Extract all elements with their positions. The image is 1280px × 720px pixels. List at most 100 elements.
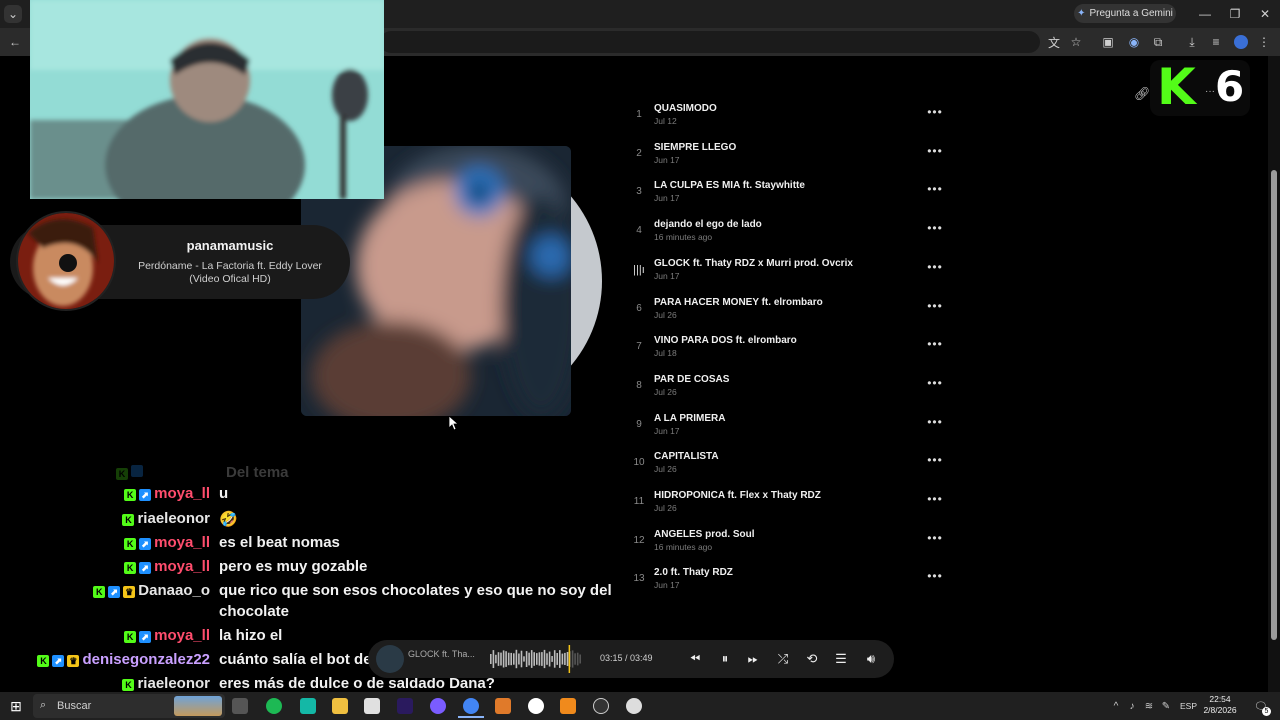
language-indicator[interactable]: ESP [1180,701,1197,711]
track-row[interactable]: 7 VINO PARA DOS ft. elrombaro Jul 18 ••• [630,335,950,373]
track-number: 12 [633,534,645,546]
track-date: Jul 18 [654,348,677,359]
fl-studio-icon[interactable] [495,698,511,714]
wifi-icon[interactable]: ≋ [1143,698,1155,714]
tray-chevron-icon[interactable]: ^ [1110,698,1122,714]
track-date: Jun 17 [654,425,680,436]
more-options-icon[interactable]: ••• [926,260,944,274]
track-row[interactable]: 10 CAPITALISTA Jul 26 ••• [630,451,950,489]
restore-button[interactable]: ❐ [1226,5,1244,23]
track-row[interactable]: 8 PAR DE COSAS Jul 26 ••• [630,374,950,412]
download-icon[interactable]: ⤓ [1184,33,1200,51]
premiere-icon[interactable] [397,698,413,714]
app-icon[interactable] [300,698,316,714]
chat-message: K ⬈ moya_ll [124,534,216,556]
track-row[interactable]: 1 QUASIMODO Jul 12 ••• [630,103,950,141]
close-button[interactable]: ✕ [1256,5,1274,23]
address-bar[interactable] [380,31,1040,53]
bookmark-star-icon[interactable]: ☆ [1068,33,1084,51]
player-waveform[interactable] [490,645,582,673]
track-row[interactable]: 4 dejando el ego de lado 16 minutes ago ••• [630,219,950,257]
more-options-icon[interactable]: ••• [926,492,944,506]
task-view-icon[interactable] [232,698,248,714]
more-options-icon[interactable]: ••• [926,182,944,196]
waveform-bar [556,653,558,665]
more-options-icon[interactable]: ••• [926,221,944,235]
kick-badge-dots: ··· [1205,86,1215,97]
more-options-icon[interactable]: ••• [926,144,944,158]
track-row[interactable]: 12 ANGELES prod. Soul 16 minutes ago ••• [630,529,950,567]
more-options-icon[interactable]: ••• [926,415,944,429]
obs-icon[interactable] [528,698,544,714]
track-title: 2.0 ft. Thaty RDZ [654,567,733,579]
chat-text: es el beat nomas [219,534,340,551]
translate-icon[interactable]: 文 [1046,33,1062,51]
waveform-bar [559,650,561,668]
fast-forward-button[interactable]: ⏩︎ [742,650,764,668]
queue-button[interactable]: ☰ [830,650,852,668]
track-row[interactable]: |||ı GLOCK ft. Thaty RDZ x Murri prod. Ov… [630,258,950,296]
minimize-button[interactable]: — [1196,5,1214,23]
vlc-icon[interactable] [560,698,576,714]
app-icon-2[interactable] [626,698,642,714]
reading-list-icon[interactable]: ≡ [1208,33,1224,51]
chat-username[interactable]: moya_ll [154,534,210,551]
discord-icon[interactable] [430,698,446,714]
chat-message: Kriaeleonor [122,510,216,532]
chat-text: la hizo el [219,627,283,644]
scrollbar-thumb[interactable] [1271,170,1277,640]
more-options-icon[interactable]: ••• [926,337,944,351]
chat-username[interactable]: moya_ll [154,558,210,575]
chat-username[interactable]: Danaao_o [138,582,210,599]
chat-username[interactable]: denisegonzalez22 [82,651,210,668]
document-icon[interactable] [364,698,380,714]
player-title: GLOCK ft. Tha... [408,649,475,659]
gemini-button[interactable]: ✦ Pregunta a Gemini [1074,4,1176,23]
repeat-button[interactable]: ⟲ [801,650,823,668]
chat-message-text: la hizo el [219,627,282,649]
chrome-icon[interactable] [463,698,479,714]
tab-search-button[interactable]: ⌄ [4,5,22,23]
kick-badge-icon: K [116,468,128,480]
speaker-tray-icon[interactable]: ♪ [1126,698,1138,714]
pen-icon[interactable]: ✎ [1160,698,1172,714]
extensions-icon[interactable]: ⧉ [1150,33,1166,51]
volume-button[interactable]: 🔊︎ [860,650,882,668]
more-options-icon[interactable]: ••• [926,569,944,583]
menu-icon[interactable]: ⋮ [1256,33,1272,51]
spotify-icon[interactable] [266,698,282,714]
chat-message-continuation: chocolate [219,603,289,625]
recorder-icon[interactable] [593,698,609,714]
track-row[interactable]: 2 SIEMPRE LLEGO Jun 17 ••• [630,142,950,180]
track-date: Jul 26 [654,386,677,397]
waveform-bar [528,652,530,666]
more-options-icon[interactable]: ••• [926,453,944,467]
track-row[interactable]: 9 A LA PRIMERA Jun 17 ••• [630,413,950,451]
rewind-button[interactable]: ⏪︎ [684,650,706,668]
track-row[interactable]: 13 2.0 ft. Thaty RDZ Jun 17 ••• [630,567,950,605]
pause-button[interactable]: ⏸︎ [714,650,736,668]
more-options-icon[interactable]: ••• [926,376,944,390]
chat-username[interactable]: moya_ll [154,485,210,502]
tab-group-icon[interactable]: ▣ [1100,33,1116,51]
chat-username[interactable]: moya_ll [154,627,210,644]
chat-message: K ⬈ moya_ll [124,627,216,649]
file-explorer-icon[interactable] [332,698,348,714]
track-row[interactable]: 11 HIDROPONICA ft. Flex x Thaty RDZ Jul 26… [630,490,950,528]
back-icon[interactable]: ← [6,33,24,51]
more-options-icon[interactable]: ••• [926,531,944,545]
taskbar-clock[interactable]: 22:54 2/8/2026 [1200,694,1240,716]
chat-username[interactable]: riaeleonor [137,675,210,692]
media-icon[interactable]: ◉ [1126,33,1142,51]
link-icon[interactable]: 🔗︎ [1134,86,1152,104]
windows-start-icon[interactable]: ⊞ [8,698,24,714]
more-options-icon[interactable]: ••• [926,105,944,119]
more-options-icon[interactable]: ••• [926,299,944,313]
shuffle-button[interactable]: ⤮ [772,650,794,668]
track-row[interactable]: 3 LA CULPA ES MIA ft. Staywhitte Jun 17 ••• [630,180,950,218]
track-row[interactable]: 6 PARA HACER MONEY ft. elrombaro Jul 26 ••• [630,297,950,335]
profile-avatar[interactable] [1234,35,1248,49]
chat-username[interactable]: riaeleonor [137,510,210,527]
taskbar-search[interactable]: ⌕ Buscar [33,694,225,718]
waveform-bar [502,650,505,668]
